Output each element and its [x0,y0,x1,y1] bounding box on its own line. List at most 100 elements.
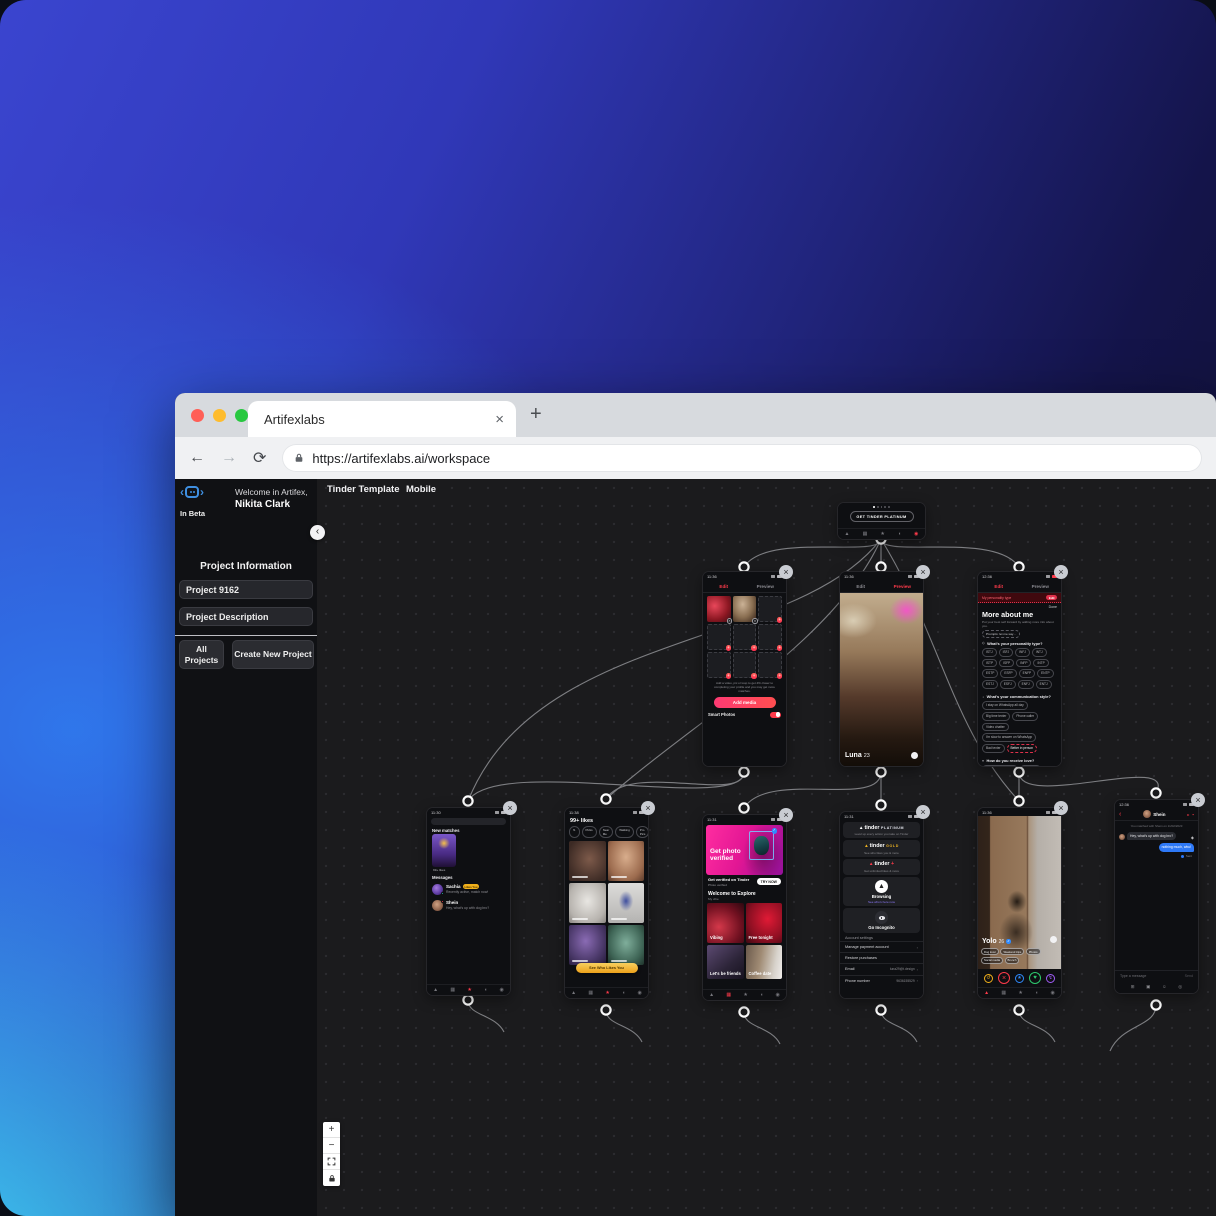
connection-handle[interactable] [1014,767,1023,776]
empty-cell: + [707,624,731,650]
chat-icon: ◖ [982,695,984,699]
connection-handle[interactable] [601,1005,610,1014]
phone-screen: 11:38 99+ likes ⇅ Picks Near Me Walking … [565,808,648,998]
fit-view-icon [327,1157,336,1166]
grid-icon: ▦ [450,988,455,993]
connection-handle[interactable] [1014,562,1023,571]
workspace-canvas[interactable]: Tinder Template Mobile [317,479,1216,1216]
connection-handle[interactable] [601,794,610,803]
connection-handle[interactable] [463,796,472,805]
connection-handle[interactable] [463,995,472,1004]
node-edit-media[interactable]: × 11:36 Edit Preview × × + + + + + [703,572,786,766]
connection-handle[interactable] [876,767,885,776]
close-window-button[interactable] [191,409,204,422]
verify-cta-row: Get verified on Tinder Photo verified TR… [703,875,786,889]
chevron-right-icon: › [917,967,918,972]
edge [468,539,881,801]
blurred-profile [608,883,645,923]
node-paywall[interactable]: GET TINDER PLATINUM ▲ ▦ ★ ◖ ◉ [838,503,925,539]
connection-handle[interactable] [876,800,885,809]
node-close-button[interactable]: × [916,805,930,819]
status-time: 11:36 [982,810,992,815]
node-close-button[interactable]: × [1054,801,1068,815]
all-projects-button[interactable]: All Projects [179,640,224,669]
connection-handle[interactable] [1151,788,1160,797]
project-name-input[interactable]: Project 9162 [179,580,313,599]
connection-handle[interactable] [739,562,748,571]
node-close-button[interactable]: × [916,565,930,579]
create-new-project-button[interactable]: Create New Project [232,640,314,669]
chip: ESFJ [1000,680,1016,689]
node-explore[interactable]: × 11:31 ✓ Get photo verified Get verifie… [703,815,786,1000]
node-messages[interactable]: × 11:30 New matches 99+ likes Messages S… [427,808,510,995]
connection-handle[interactable] [1151,1000,1160,1009]
phone-screen: 11:30 New matches 99+ likes Messages Sac… [427,808,510,995]
node-close-button[interactable]: × [1191,793,1205,807]
node-close-button[interactable]: × [641,801,655,815]
node-more-about-me[interactable]: × 12:36 Edit Preview My personality type… [978,572,1061,766]
new-tab-button[interactable]: + [530,403,542,426]
node-settings[interactable]: × 11:31 ▲tinderPLATINUM Level up every a… [840,812,923,998]
node-close-button[interactable]: × [503,801,517,815]
lock-button[interactable] [323,1170,340,1186]
node-likes[interactable]: × 11:38 99+ likes ⇅ Picks Near Me Walkin… [565,808,648,998]
avatar [432,884,443,895]
incognito-card: Go Incognito [843,908,920,933]
node-close-button[interactable]: × [1054,565,1068,579]
status-time: 12:36 [1119,802,1129,807]
status-time: 11:31 [707,817,717,822]
connection-handle[interactable] [1014,1005,1023,1014]
emoji-icon: ☺ [1162,984,1167,990]
connection-handle[interactable] [1014,796,1023,805]
explore-section-title: Welcome to Explore [703,889,786,897]
empty-cell: + [707,652,731,678]
minimize-window-button[interactable] [213,409,226,422]
bottom-nav: ▲ ▦ ★ ◖ ◉ [565,987,648,998]
tab-close-icon[interactable]: × [495,411,504,428]
connection-handle[interactable] [876,562,885,571]
chip: Big time texter [982,712,1010,721]
forward-icon[interactable]: → [221,449,237,467]
sidebar-collapse-button[interactable]: ‹ [310,525,325,540]
chip: Presents [1020,765,1041,766]
profile-name: Luna23 [845,752,870,759]
node-profile-preview[interactable]: × 11:36 Edit Preview Luna23 [840,572,923,766]
edge [744,1012,780,1044]
node-close-button[interactable]: × [779,808,793,822]
grid-icon: ▦ [588,991,593,996]
connection-handle[interactable] [739,767,748,776]
explore-card: Let's be friends [707,945,744,979]
message-thread: SachiaLikes You Recently active, match n… [427,881,510,897]
search-bar [431,818,506,825]
plus-plan-card: ▲tinder+ Get unlimited likes & more [843,859,920,875]
app-viewport: ‹ › In Beta Welcome in Artifex, Nikita C… [175,479,1216,1216]
node-swipe-card[interactable]: × 11:36 Yolo26✓ Dog loverWeekend tripsPh… [978,808,1061,998]
zoom-out-button[interactable]: − [323,1138,340,1154]
maximize-window-button[interactable] [235,409,248,422]
blurred-profile [608,925,645,965]
sidebar-divider [175,635,317,636]
fit-view-button[interactable] [323,1154,340,1170]
connection-handle[interactable] [739,1007,748,1016]
project-description-input[interactable]: Project Description [179,607,313,626]
node-close-button[interactable]: × [779,565,793,579]
address-bar[interactable]: https://artifexlabs.ai/workspace [282,444,1202,472]
browser-tab[interactable]: Artifexlabs × [248,401,516,437]
settings-row: Phone number 9636155529› [840,975,923,987]
node-chat[interactable]: × 12:36 ‹ Shein ▸ ▪ You matc [1115,800,1198,993]
zoom-in-button[interactable]: + [323,1122,340,1138]
mic-icon: ◎ [1178,984,1182,990]
canvas-controls: + − [323,1122,340,1186]
add-photo-icon: + [751,645,757,651]
tab-edit: Edit [978,584,1020,589]
connection-handle[interactable] [876,1005,885,1014]
flame-icon: ▲ [433,988,438,993]
star-icon: ★ [467,988,471,993]
bottom-nav: ▲ ▦ ★ ◖ ◉ [978,987,1061,998]
back-icon[interactable]: ← [189,449,205,467]
like-icon: ♥ [1029,972,1041,984]
reload-icon[interactable]: ⟳ [253,448,266,468]
chip: ENFP [1019,669,1036,678]
filter-chip: Pro Pics [636,826,648,838]
connection-handle[interactable] [739,803,748,812]
